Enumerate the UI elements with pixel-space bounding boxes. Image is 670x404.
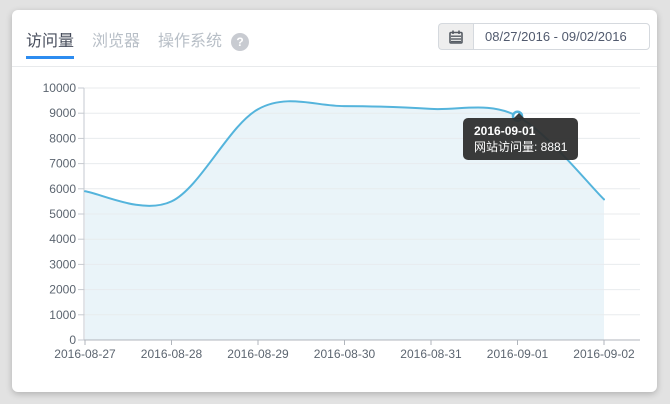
x-axis-label: 2016-08-28	[141, 347, 203, 361]
y-axis-label: 8000	[49, 131, 76, 145]
x-axis-label: 2016-08-27	[54, 347, 116, 361]
y-axis-label: 0	[69, 333, 76, 347]
tab-visits[interactable]: 访问量	[26, 33, 74, 51]
series-area	[85, 101, 604, 340]
visits-chart[interactable]: 0 1000 2000 3000 4000 5000 6000 7000 8000 9000 100…	[12, 66, 657, 392]
tab-bar: 访问量 浏览器 操作系统 ?	[26, 33, 249, 51]
tab-browser[interactable]: 浏览器	[92, 33, 140, 51]
y-axis-label: 7000	[49, 157, 76, 171]
chart-canvas[interactable]: 0 1000 2000 3000 4000 5000 6000 7000 8000 9000 100…	[12, 66, 657, 392]
date-range-input[interactable]	[473, 23, 650, 50]
x-axis-label: 2016-09-01	[487, 347, 549, 361]
x-axis-label: 2016-08-31	[400, 347, 462, 361]
y-axis-label: 3000	[49, 257, 76, 271]
y-axis-label: 10000	[43, 81, 77, 95]
y-axis-label: 2000	[49, 283, 76, 297]
x-axis-label: 2016-08-29	[227, 347, 289, 361]
y-axis-label: 1000	[49, 308, 76, 322]
highlighted-point	[513, 112, 522, 121]
x-axis-label: 2016-09-02	[573, 347, 635, 361]
x-axis-label: 2016-08-30	[314, 347, 376, 361]
y-axis-label: 5000	[49, 207, 76, 221]
y-axis-label: 9000	[49, 106, 76, 120]
y-axis-label: 6000	[49, 182, 76, 196]
help-icon[interactable]: ?	[231, 33, 249, 51]
calendar-button[interactable]	[438, 23, 473, 50]
tab-os[interactable]: 操作系统	[158, 33, 222, 51]
calendar-icon	[449, 30, 463, 44]
date-range-picker	[438, 23, 650, 50]
card-header: 访问量 浏览器 操作系统 ?	[12, 10, 657, 67]
analytics-card: 访问量 浏览器 操作系统 ? 0 1000 2000 3000 4000 5000 6000…	[12, 10, 657, 392]
y-axis-label: 4000	[49, 232, 76, 246]
